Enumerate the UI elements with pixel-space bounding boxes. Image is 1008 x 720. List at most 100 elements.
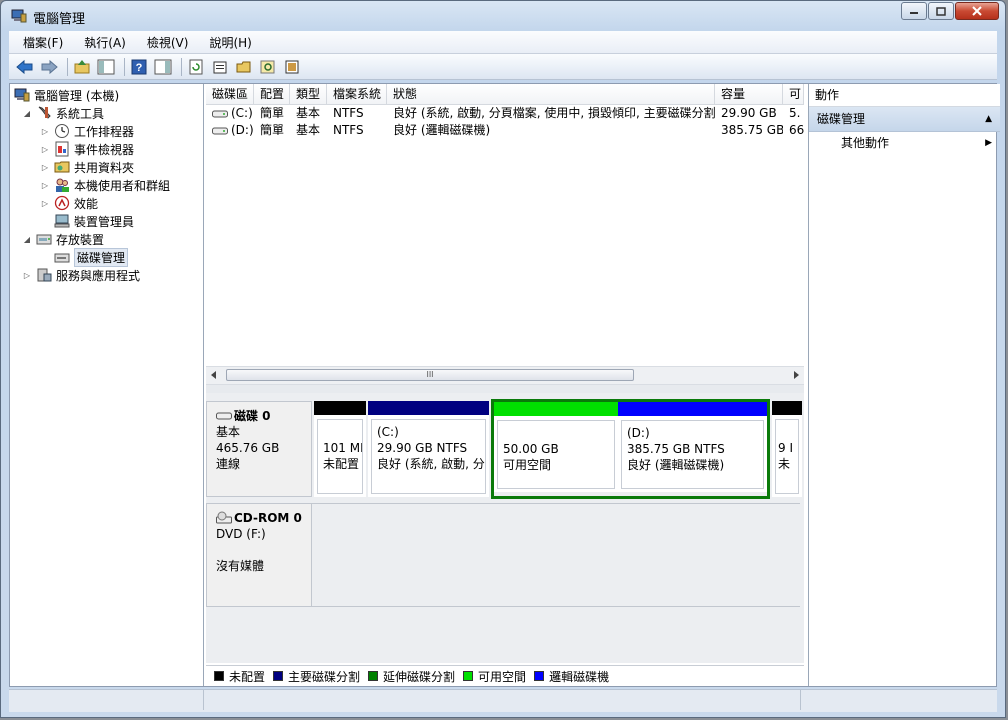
disk-management-pane: 磁碟區 配置 類型 檔案系統 狀態 容量 可 (C:) 簡單 基本 NTFS 良… — [206, 84, 804, 686]
scroll-right-icon[interactable] — [792, 371, 800, 379]
expanded-triangle-icon[interactable]: ◢ — [22, 235, 32, 244]
refresh-button[interactable] — [186, 57, 206, 77]
event-viewer-icon — [55, 141, 69, 157]
tree-item-label: 工作排程器 — [74, 124, 135, 139]
column-header-layout[interactable]: 配置 — [254, 84, 290, 104]
volume-cell: (C:) — [206, 105, 254, 122]
disk-0-name: 磁碟 0 — [234, 409, 271, 423]
tree-item-storage[interactable]: ◢ 存放裝置 — [22, 230, 104, 248]
shared-folder-icon — [54, 161, 70, 173]
tools-icon — [38, 106, 51, 119]
collapsed-triangle-icon[interactable]: ▷ — [40, 199, 50, 208]
search-icon — [260, 60, 275, 73]
menu-file[interactable]: 檔案(F) — [9, 34, 70, 51]
tree-item-services-apps[interactable]: ▷ 服務與應用程式 — [22, 266, 140, 284]
device-manager-icon — [54, 214, 70, 228]
legend-swatch — [463, 671, 474, 681]
close-button[interactable] — [955, 2, 999, 20]
partition-unallocated-2[interactable]: 9 I 未 — [772, 401, 802, 497]
storage-icon — [36, 234, 52, 245]
menu-view[interactable]: 檢視(V) — [133, 34, 196, 51]
services-icon — [37, 268, 52, 282]
collapsed-triangle-icon[interactable]: ▷ — [40, 127, 50, 136]
cdrom-0-label[interactable]: CD-ROM 0 DVD (F:) 沒有媒體 — [206, 503, 312, 607]
legend-swatch — [214, 671, 224, 681]
partition-d[interactable]: (D:) 385.75 GB NTFS 良好 (邏輯磁碟機) — [618, 402, 767, 492]
partition-free-space[interactable]: 50.00 GB 可用空間 — [494, 402, 618, 492]
volume-list: 磁碟區 配置 類型 檔案系統 狀態 容量 可 (C:) 簡單 基本 NTFS 良… — [206, 84, 804, 385]
collapsed-triangle-icon[interactable]: ▷ — [22, 271, 32, 280]
tree-item-label: 本機使用者和群組 — [74, 178, 171, 193]
partition-c[interactable]: (C:) 29.90 GB NTFS 良好 (系統, 啟動, 分 — [368, 401, 489, 497]
menu-action[interactable]: 執行(A) — [70, 34, 133, 51]
tree-item-disk-management[interactable]: 磁碟管理 — [54, 247, 129, 267]
search-button[interactable] — [258, 57, 278, 77]
help-button[interactable]: ? — [129, 57, 149, 77]
clock-icon — [55, 124, 69, 138]
tree-item-label-selected: 磁碟管理 — [74, 247, 129, 267]
layout-cell: 簡單 — [260, 106, 285, 120]
horizontal-scrollbar[interactable]: III — [206, 366, 804, 385]
show-hide-tree-button[interactable] — [96, 57, 116, 77]
status-cell — [204, 690, 802, 710]
column-header-status[interactable]: 狀態 — [387, 84, 715, 104]
export-button[interactable] — [282, 57, 302, 77]
column-header-capacity[interactable]: 容量 — [715, 84, 783, 104]
cdrom-0-title: CD-ROM 0 — [216, 510, 311, 526]
partition-bar — [314, 401, 366, 415]
partition-body: 9 I 未 — [775, 419, 799, 494]
show-hide-action-button[interactable] — [153, 57, 173, 77]
actions-section-disk-management[interactable]: 磁碟管理 ▲ — [809, 107, 1000, 132]
tree-item-performance[interactable]: ▷ 效能 — [40, 194, 98, 212]
legend-item: 未配置 — [214, 668, 265, 685]
collapsed-triangle-icon[interactable]: ▷ — [40, 181, 50, 190]
back-button[interactable] — [15, 57, 35, 77]
up-folder-icon — [74, 59, 90, 73]
column-header-volume[interactable]: 磁碟區 — [206, 84, 254, 104]
action-more-actions[interactable]: 其他動作 ▶ — [809, 132, 1000, 154]
volume-row-d[interactable]: (D:) 簡單 基本 NTFS 良好 (邏輯磁碟機) 385.75 GB 66 — [206, 122, 804, 139]
partition-unallocated-1[interactable]: 101 MI 未配置 — [314, 401, 366, 497]
maximize-button[interactable] — [928, 2, 954, 20]
volume-row-c[interactable]: (C:) 簡單 基本 NTFS 良好 (系統, 啟動, 分頁檔案, 使用中, 損… — [206, 105, 804, 122]
forward-button[interactable] — [39, 57, 59, 77]
minimize-button[interactable] — [901, 2, 927, 20]
partition-line3: 未配置 — [323, 457, 360, 471]
collapse-up-icon[interactable]: ▲ — [985, 107, 992, 131]
tree-item-local-users-groups[interactable]: ▷ 本機使用者和群組 — [40, 176, 170, 194]
column-header-free[interactable]: 可 — [783, 84, 804, 104]
tree-item-system-tools[interactable]: ◢ 系統工具 — [22, 104, 104, 122]
collapsed-triangle-icon[interactable]: ▷ — [40, 145, 50, 154]
tree-item-shared-folders[interactable]: ▷ 共用資料夾 — [40, 158, 134, 176]
pane-splitter[interactable] — [206, 385, 804, 393]
menu-help[interactable]: 說明(H) — [195, 34, 258, 51]
tree-item-task-scheduler[interactable]: ▷ 工作排程器 — [40, 122, 134, 140]
toolbar-separator — [67, 57, 68, 76]
type-cell: 基本 — [296, 106, 321, 120]
disk-0-title: 磁碟 0 — [216, 408, 311, 424]
tree-root[interactable]: 電腦管理 (本機) — [14, 86, 119, 104]
column-header-filesystem[interactable]: 檔案系統 — [327, 84, 387, 104]
legend-label: 邏輯磁碟機 — [549, 669, 610, 684]
tree-item-device-manager[interactable]: 裝置管理員 — [54, 212, 134, 230]
legend-item: 邏輯磁碟機 — [534, 668, 609, 685]
partition-body: 50.00 GB 可用空間 — [497, 420, 615, 489]
disk-0-label[interactable]: 磁碟 0 基本 465.76 GB 連線 — [206, 401, 312, 497]
scroll-left-icon[interactable] — [210, 371, 218, 379]
up-button[interactable] — [72, 57, 92, 77]
properties-button[interactable] — [210, 57, 230, 77]
expanded-triangle-icon[interactable]: ◢ — [22, 109, 32, 118]
filesystem-cell: NTFS — [333, 123, 364, 137]
drive-icon — [212, 127, 228, 134]
cdrom-0-area — [312, 503, 800, 607]
collapsed-triangle-icon[interactable]: ▷ — [40, 163, 50, 172]
scrollbar-thumb[interactable]: III — [226, 369, 634, 381]
tree-item-label: 系統工具 — [56, 106, 105, 121]
open-button[interactable] — [234, 57, 254, 77]
window-title: 電腦管理 — [33, 12, 86, 27]
tree-item-event-viewer[interactable]: ▷ 事件檢視器 — [40, 140, 134, 158]
partition-line1 — [503, 425, 609, 441]
title-bar: 電腦管理 — [1, 1, 1005, 31]
volume-name: (D:) — [231, 123, 254, 137]
column-header-type[interactable]: 類型 — [290, 84, 327, 104]
